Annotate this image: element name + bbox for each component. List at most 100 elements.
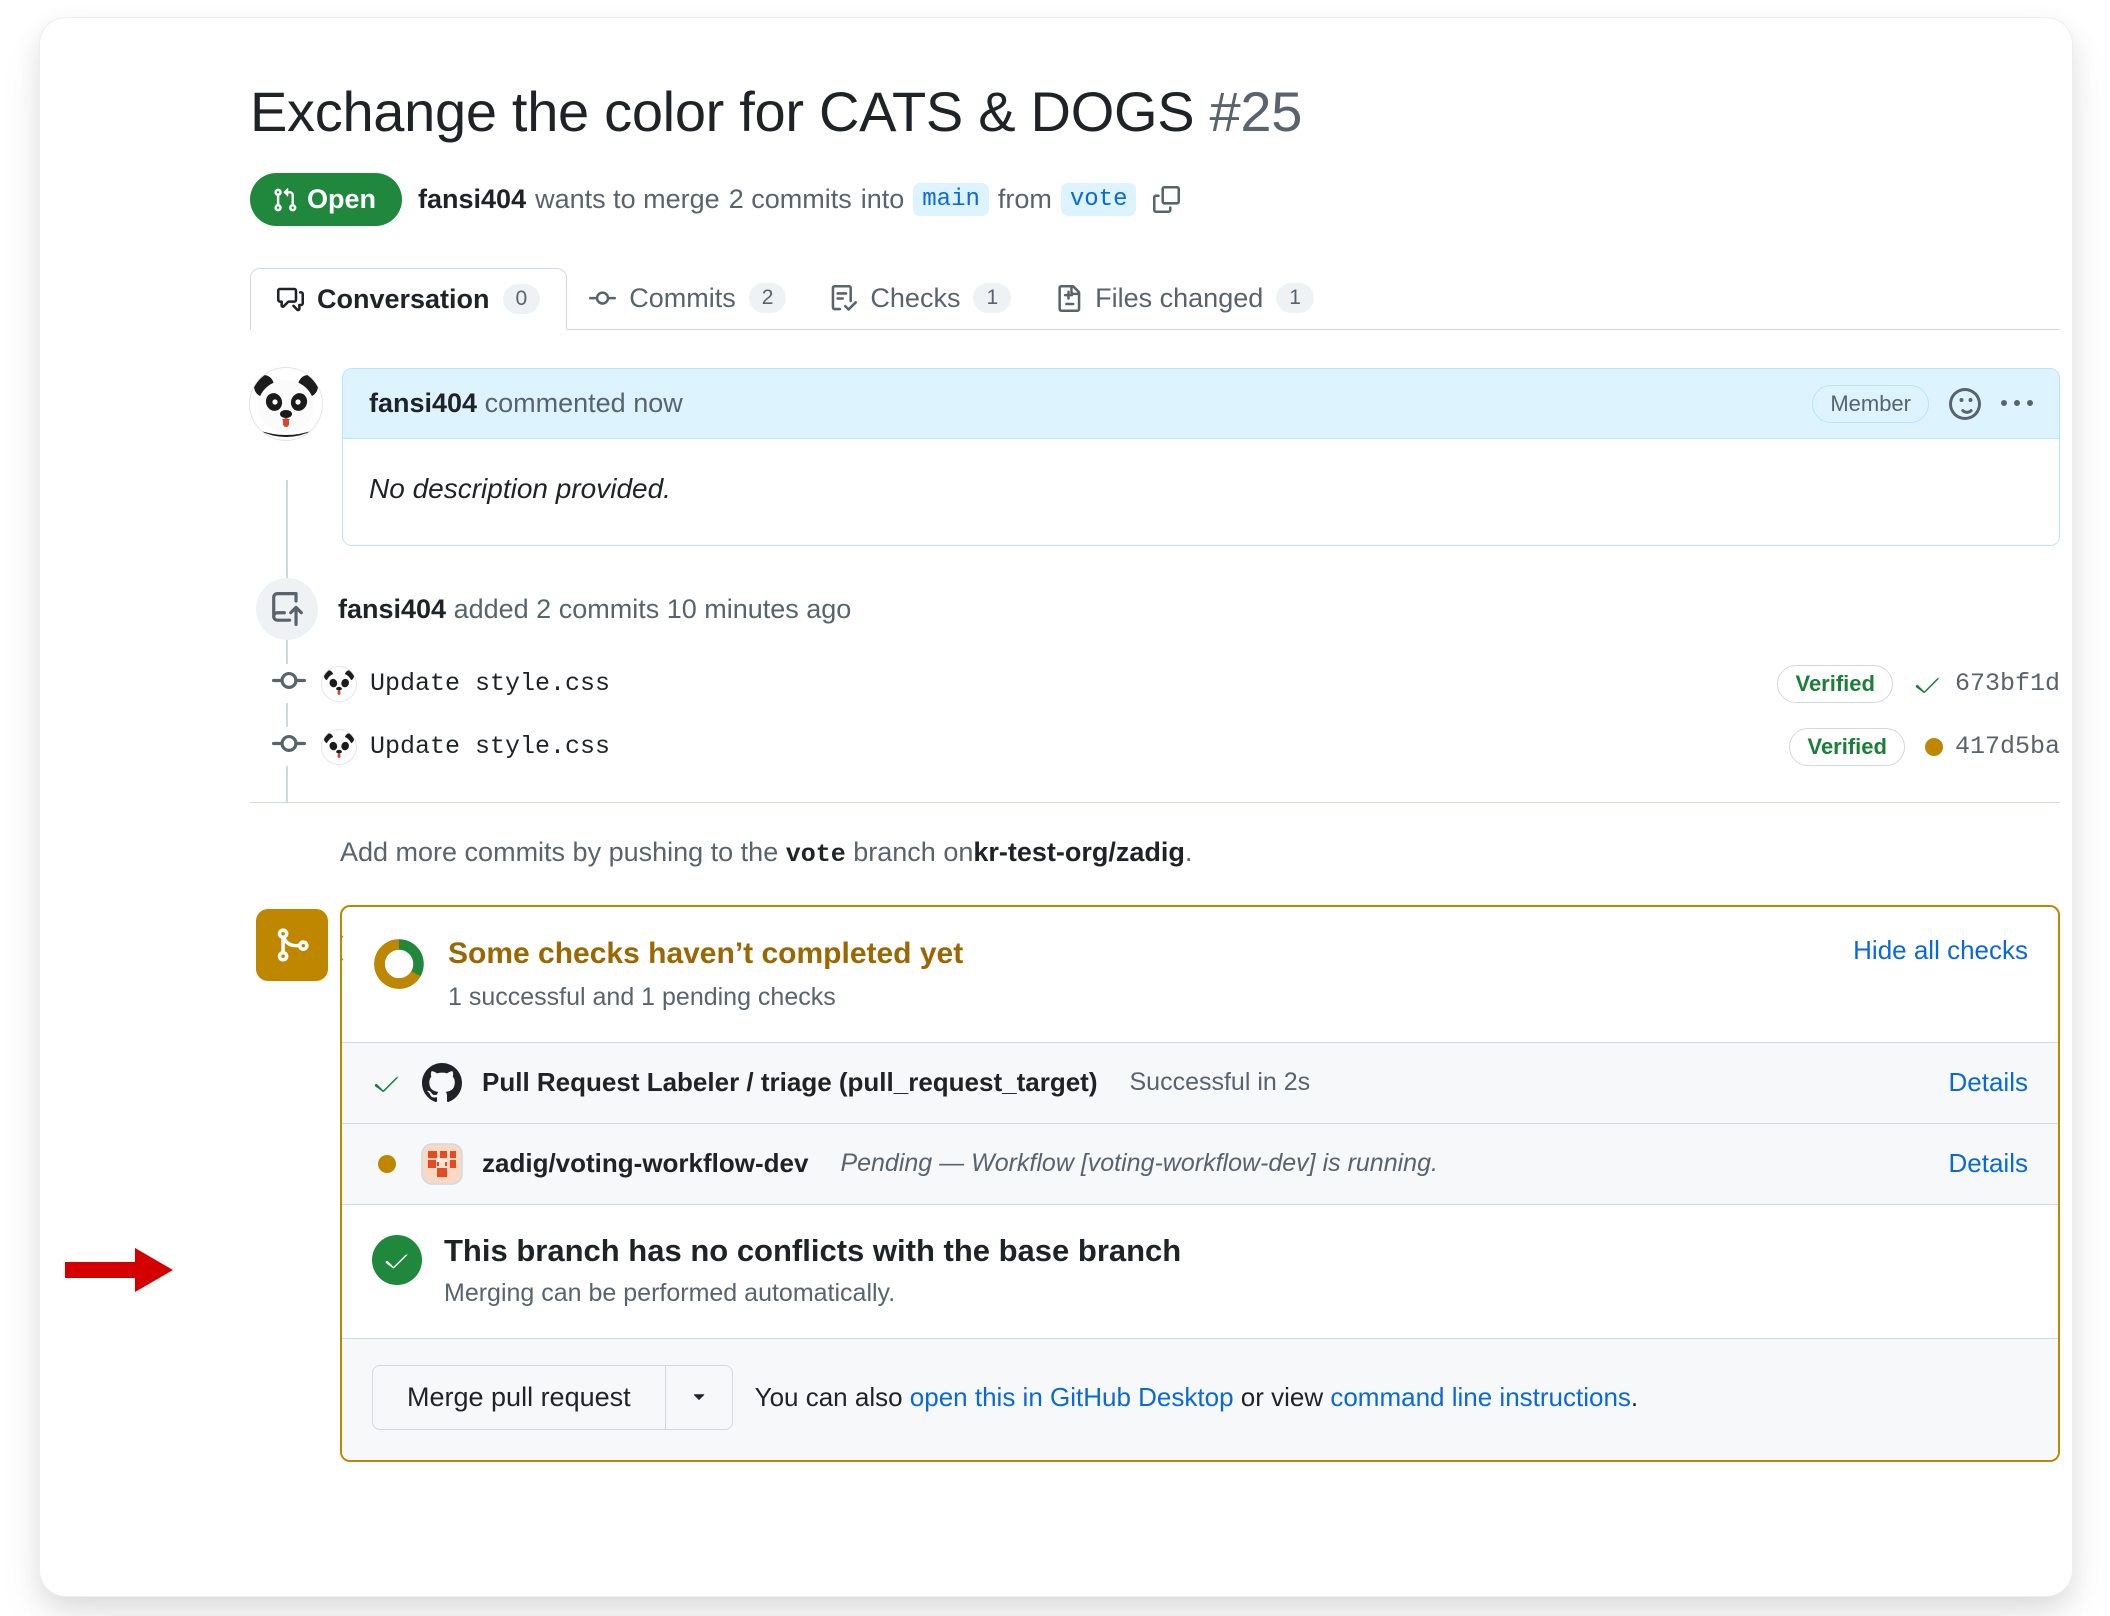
panda-avatar — [250, 368, 322, 440]
push-hint: Add more commits by pushing to the vote … — [250, 837, 2060, 869]
head-branch-chip[interactable]: vote — [1061, 183, 1137, 216]
triangle-down-icon — [688, 1386, 710, 1408]
merge-commit-count: 2 commits — [729, 184, 852, 215]
tab-conversation[interactable]: Conversation 0 — [250, 268, 567, 330]
commit-message[interactable]: Update style.css — [370, 732, 610, 761]
comment-discussion-icon — [277, 286, 304, 313]
tab-files-changed-count: 1 — [1276, 283, 1314, 313]
copy-icon[interactable] — [1149, 183, 1183, 217]
merge-pull-request-button[interactable]: Merge pull request — [372, 1365, 665, 1430]
kebab-horizontal-icon[interactable] — [2001, 388, 2033, 420]
pr-subhead: Open fansi404 wants to merge 2 commits i… — [250, 173, 2060, 226]
comment-byline: fansi404 commented now — [369, 388, 683, 419]
dot-fill-icon — [1925, 738, 1943, 756]
repo-push-glyph — [270, 592, 304, 626]
checklist-icon — [830, 285, 857, 312]
check-name[interactable]: Pull Request Labeler / triage (pull_requ… — [482, 1067, 1097, 1098]
github-mark-glyph — [422, 1063, 462, 1103]
merge-description: fansi404 wants to merge 2 commits into m… — [418, 183, 1183, 217]
merge-note-middle: or view — [1234, 1382, 1331, 1412]
check-details-link[interactable]: Details — [1949, 1148, 2028, 1179]
merge-box: Some checks haven’t completed yet 1 succ… — [340, 905, 2060, 1462]
tab-checks-label: Checks — [870, 283, 960, 314]
tab-files-changed[interactable]: Files changed 1 — [1033, 267, 1336, 329]
merge-section: Some checks haven’t completed yet 1 succ… — [250, 905, 2060, 1462]
avatar[interactable] — [250, 368, 322, 440]
check-row-zadig-voting-workflow-dev: zadig/voting-workflow-dev Pending — Work… — [342, 1123, 2058, 1204]
push-event-text: fansi404 added 2 commits 10 minutes ago — [338, 594, 851, 625]
commit-sha[interactable]: 417d5ba — [1955, 732, 2060, 761]
comment-header: fansi404 commented now Member — [343, 369, 2059, 439]
git-merge-icon — [256, 909, 328, 981]
check-circle-glyph — [383, 1246, 411, 1274]
merge-actions: Merge pull request You can also open thi… — [342, 1338, 2058, 1460]
comment-body: No description provided. — [343, 439, 2059, 545]
push-event-author[interactable]: fansi404 — [338, 594, 446, 624]
comment-action: commented — [485, 388, 626, 418]
conversation-timeline: fansi404 commented now Member — [250, 368, 2060, 803]
pr-tabs: Conversation 0 Commits 2 Checks 1 — [250, 268, 2060, 330]
pr-title-text: Exchange the color for CATS & DOGS — [250, 80, 1194, 143]
merge-conflict-text: This branch has no conflicts with the ba… — [444, 1233, 1181, 1308]
smiley-icon[interactable] — [1949, 388, 1981, 420]
kebab-glyph — [2001, 388, 2033, 420]
push-hint-branch: vote — [786, 840, 846, 869]
avatar[interactable] — [322, 667, 356, 701]
push-hint-middle: branch on — [853, 837, 973, 867]
github-mark-icon — [420, 1061, 464, 1105]
base-branch-chip[interactable]: main — [913, 183, 989, 216]
dot-fill-icon — [372, 1155, 402, 1173]
tab-checks[interactable]: Checks 1 — [808, 267, 1033, 329]
table-row: Update style.css Verified 417d5ba — [250, 727, 2060, 766]
command-line-instructions-link[interactable]: command line instructions — [1330, 1382, 1631, 1412]
commit-message[interactable]: Update style.css — [370, 669, 610, 698]
conflict-title: This branch has no conflicts with the ba… — [444, 1233, 1181, 1269]
donut-chart — [372, 937, 426, 991]
tab-commits[interactable]: Commits 2 — [567, 267, 808, 329]
merge-options-dropdown[interactable] — [665, 1365, 733, 1430]
check-row-pull-request-labeler: Pull Request Labeler / triage (pull_requ… — [342, 1042, 2058, 1123]
checks-status-subtitle: 1 successful and 1 pending checks — [448, 983, 963, 1012]
panda-avatar — [322, 730, 356, 764]
zadig-logo-icon — [420, 1142, 464, 1186]
verified-badge[interactable]: Verified — [1777, 665, 1892, 703]
smiley-glyph — [1949, 388, 1981, 420]
commit-meta: Verified 673bf1d — [1777, 665, 2060, 703]
comment-timestamp: now — [633, 388, 683, 418]
pr-number: #25 — [1210, 80, 1303, 143]
merge-text-1: wants to merge — [535, 184, 720, 215]
check-name[interactable]: zadig/voting-workflow-dev — [482, 1148, 808, 1179]
status-badge-label: Open — [307, 184, 376, 215]
tab-commits-label: Commits — [629, 283, 736, 314]
checks-summary-text: Some checks haven’t completed yet 1 succ… — [448, 935, 963, 1012]
panda-avatar — [322, 667, 356, 701]
checks-summary: Some checks haven’t completed yet 1 succ… — [372, 935, 963, 1012]
push-hint-suffix: . — [1185, 837, 1193, 867]
status-badge: Open — [250, 173, 402, 226]
commit-status: 417d5ba — [1925, 732, 2060, 761]
git-pull-request-icon — [272, 187, 298, 213]
page-title: Exchange the color for CATS & DOGS #25 — [250, 78, 2060, 145]
merge-button-group: Merge pull request — [372, 1365, 733, 1430]
hide-all-checks-link[interactable]: Hide all checks — [1853, 935, 2028, 966]
avatar[interactable] — [322, 730, 356, 764]
checks-summary-header: Some checks haven’t completed yet 1 succ… — [342, 907, 2058, 1042]
comment-author[interactable]: fansi404 — [369, 388, 477, 418]
merge-conflict-status: This branch has no conflicts with the ba… — [342, 1204, 2058, 1338]
check-details-link[interactable]: Details — [1949, 1067, 2028, 1098]
file-diff-icon — [1055, 285, 1082, 312]
github-desktop-link[interactable]: open this in GitHub Desktop — [910, 1382, 1234, 1412]
commit-sha[interactable]: 673bf1d — [1955, 669, 2060, 698]
tab-files-changed-label: Files changed — [1095, 283, 1263, 314]
timeline-push-event: fansi404 added 2 commits 10 minutes ago — [250, 578, 2060, 640]
verified-badge[interactable]: Verified — [1789, 728, 1904, 766]
tab-commits-count: 2 — [749, 283, 787, 313]
comment-thread: fansi404 commented now Member — [250, 368, 2060, 546]
author-association-badge: Member — [1812, 385, 1929, 423]
pr-author[interactable]: fansi404 — [418, 184, 526, 215]
check-description: Pending — Workflow [voting-workflow-dev]… — [840, 1149, 1437, 1178]
git-commit-icon — [589, 285, 616, 312]
push-hint-repo: kr-test-org/zadig — [973, 837, 1185, 867]
dot-fill-glyph — [378, 1155, 396, 1173]
red-arrow-pointer — [40, 1240, 200, 1300]
